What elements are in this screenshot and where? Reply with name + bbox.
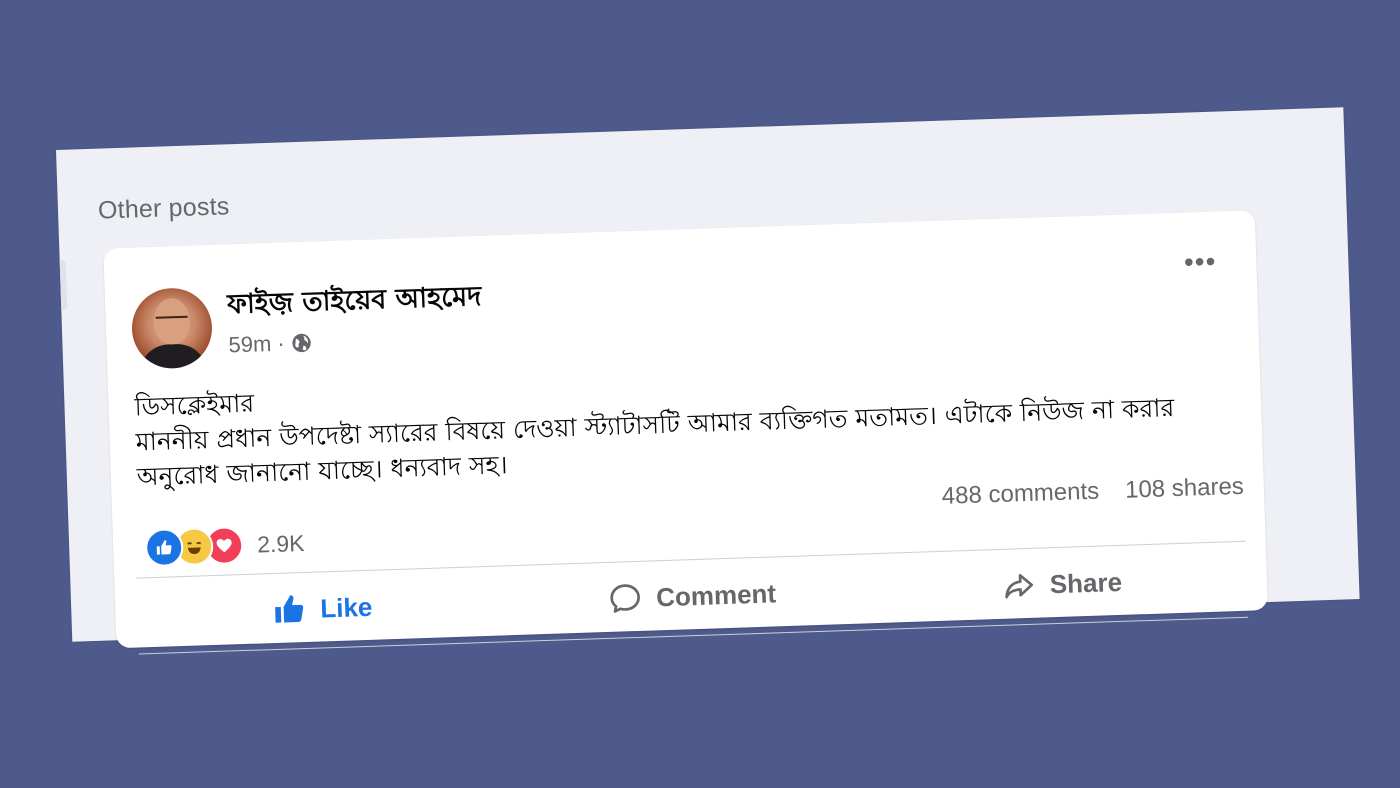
- more-options-icon[interactable]: •••: [1183, 246, 1216, 278]
- thumbs-up-icon: [144, 528, 184, 568]
- shares-count[interactable]: 108 shares: [1125, 473, 1245, 505]
- globe-icon: [292, 333, 311, 353]
- page-edge-notch: [59, 259, 68, 310]
- engagement-counts: 488 comments 108 shares: [941, 473, 1244, 511]
- post-author-name[interactable]: ফাইজ় তাইয়েব আহমেদ: [227, 276, 483, 329]
- like-label: Like: [319, 591, 373, 623]
- comment-button[interactable]: Comment: [506, 561, 878, 631]
- like-button[interactable]: Like: [136, 573, 508, 643]
- thumbs-up-icon: [275, 595, 304, 623]
- post-body: ডিসক্লেইমার মাননীয় প্রধান উপদেষ্টা স্যা…: [134, 353, 1247, 495]
- post-card: ফাইজ় তাইয়েব আহমেদ 59m · ••• ডিসক্লেইমা…: [103, 210, 1268, 655]
- comment-label: Comment: [655, 577, 777, 612]
- post-action-bar: Like Comment Share: [136, 549, 1247, 644]
- reaction-summary[interactable]: 2.9K: [144, 524, 306, 568]
- section-title: Other posts: [97, 192, 230, 225]
- avatar[interactable]: [130, 286, 214, 370]
- meta-separator: ·: [276, 330, 286, 356]
- share-arrow-icon: [1005, 574, 1033, 599]
- post-meta: 59m ·: [228, 330, 313, 359]
- reaction-count: 2.9K: [256, 529, 305, 558]
- speech-bubble-icon: [610, 584, 640, 613]
- post-time[interactable]: 59m: [228, 331, 272, 358]
- comments-count[interactable]: 488 comments: [941, 478, 1099, 511]
- share-label: Share: [1049, 566, 1123, 599]
- screenshot-sheet: Other posts ফাইজ় তাইয়েব আহমেদ 59m · ••…: [56, 107, 1360, 655]
- share-button[interactable]: Share: [876, 549, 1248, 619]
